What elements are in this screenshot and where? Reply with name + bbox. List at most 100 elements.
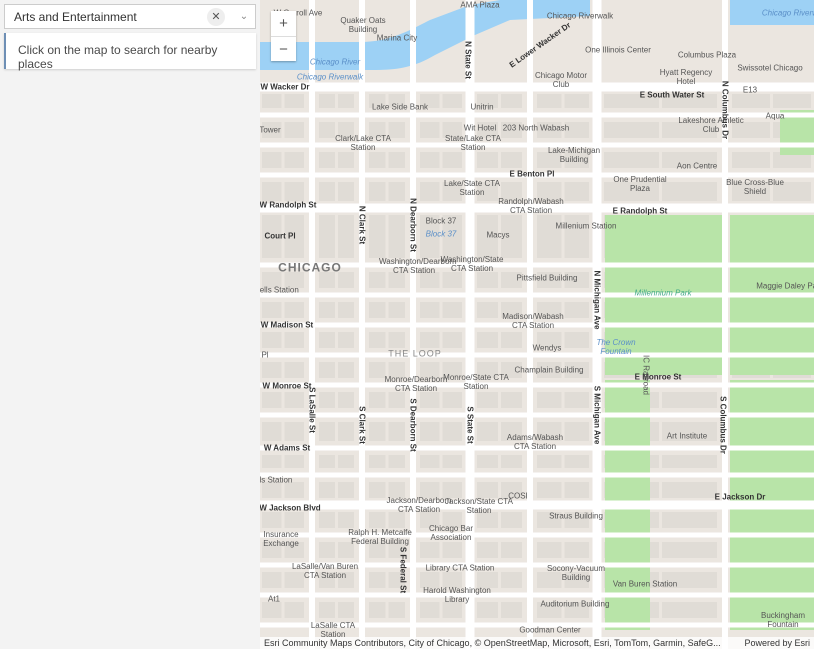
map-label: Chicago Riverwalk [546, 11, 614, 21]
chevron-down-icon[interactable]: ⌄ [233, 11, 255, 22]
attribution-sources[interactable]: Esri Community Maps Contributors, City o… [264, 637, 721, 649]
building-block [284, 602, 304, 618]
building-block [420, 332, 440, 348]
building-block [284, 122, 304, 138]
building-block [477, 602, 498, 618]
building-block [564, 94, 589, 108]
map-label: W Jackson Blvd [260, 503, 321, 513]
map-label: Van Buren Station [612, 579, 678, 589]
map-label: Swissotel Chicago [737, 63, 803, 73]
building-block [564, 392, 589, 408]
map-label: IC Railroad [641, 354, 651, 396]
building-block [338, 182, 354, 201]
close-icon[interactable]: ✕ [207, 7, 225, 26]
building-block [420, 152, 440, 168]
map-label: Jackson/State CTA Station [445, 497, 513, 515]
map-label: Aon Centre [676, 161, 718, 171]
building-block [477, 482, 498, 498]
building-block [442, 542, 462, 558]
building-block [262, 332, 282, 348]
map-label: CHICAGO [278, 260, 342, 275]
building-block [319, 152, 335, 168]
building-block [262, 94, 282, 108]
building-block [662, 392, 717, 408]
building-block [338, 362, 354, 378]
map-label: on/Wells Station [260, 285, 299, 295]
map-label: Macys [486, 230, 510, 240]
map-label: Columbus Plaza [677, 50, 737, 60]
map-label: Block 37 [425, 216, 457, 226]
map-label: N State St [463, 41, 473, 79]
map-label: Harold Washington Library [423, 586, 491, 604]
building-block [388, 512, 405, 528]
building-block [420, 602, 440, 618]
building-block [338, 422, 354, 441]
map-label: /Wells Station [260, 475, 293, 485]
map-label: Chicago Motor Club [534, 71, 588, 89]
map-label: Chicago Bar Association [428, 524, 474, 542]
map-label: Quaker Oats Building [340, 16, 386, 34]
building-block [284, 152, 304, 168]
map-label: Art Institute [666, 431, 708, 441]
building-block [442, 302, 462, 318]
building-block [284, 302, 304, 318]
building-block [338, 302, 354, 318]
map-label: S Clark St [357, 406, 367, 444]
building-block [262, 152, 282, 168]
building-block [662, 512, 717, 528]
building-block [262, 302, 282, 318]
building-block [369, 332, 386, 348]
map-label: Hyatt Regency Hotel [659, 68, 713, 86]
building-block [338, 482, 354, 498]
map-label: S State St [465, 406, 475, 444]
building-block [442, 455, 462, 468]
building-block [420, 455, 440, 468]
map-label: E South Water St [639, 90, 705, 100]
map-label: Blue Cross-Blue Shield [726, 178, 784, 196]
building-block [564, 455, 589, 468]
building-block [537, 392, 562, 408]
map-label: W Madison St [260, 320, 314, 330]
building-block [262, 512, 282, 528]
attribution: Esri Community Maps Contributors, City o… [260, 637, 814, 649]
map-view[interactable]: W Carroll Ave Quaker Oats Building Marina … [260, 0, 814, 649]
map-label: W Adams St [263, 443, 311, 453]
building-block [501, 542, 522, 558]
building-block [477, 332, 498, 348]
map-label: Block 37 [425, 229, 457, 239]
building-block [477, 542, 498, 558]
map-label: E Jackson Dr [714, 492, 766, 502]
map-label: Aqua [765, 111, 785, 121]
powered-by-esri[interactable]: Powered by Esri [744, 637, 810, 649]
building-block [284, 455, 304, 468]
building-block [501, 602, 522, 618]
building-block [338, 152, 354, 168]
building-block [319, 392, 335, 408]
zoom-control: + − [271, 11, 296, 61]
building-block [319, 362, 335, 378]
zoom-in-button[interactable]: + [271, 11, 296, 36]
building-block [442, 392, 462, 408]
building-block [319, 512, 335, 528]
hint-message: Click on the map to search for nearby pl… [4, 33, 256, 71]
category-select[interactable]: Arts and Entertainment ✕ ⌄ [4, 4, 256, 29]
building-block [284, 512, 304, 528]
building-block [262, 182, 282, 201]
building-block [388, 392, 405, 408]
map-label: Marina City [376, 33, 418, 43]
map-label: Chicago River [309, 57, 361, 67]
building-block [369, 572, 386, 588]
building-block [369, 215, 386, 258]
map-label: Straus Building [549, 511, 603, 521]
map-label: N Columbus Dr [720, 80, 730, 140]
building-block [388, 182, 405, 201]
building-block [319, 182, 335, 201]
building-block [262, 362, 282, 378]
map-label: Lakeshore Athletic Club [678, 116, 744, 134]
building-block [262, 422, 282, 441]
building-block [773, 94, 811, 108]
search-value[interactable]: Arts and Entertainment [5, 10, 207, 24]
zoom-out-button[interactable]: − [271, 36, 296, 61]
map-label: W Randolph St [260, 200, 317, 210]
building-block [477, 272, 498, 288]
